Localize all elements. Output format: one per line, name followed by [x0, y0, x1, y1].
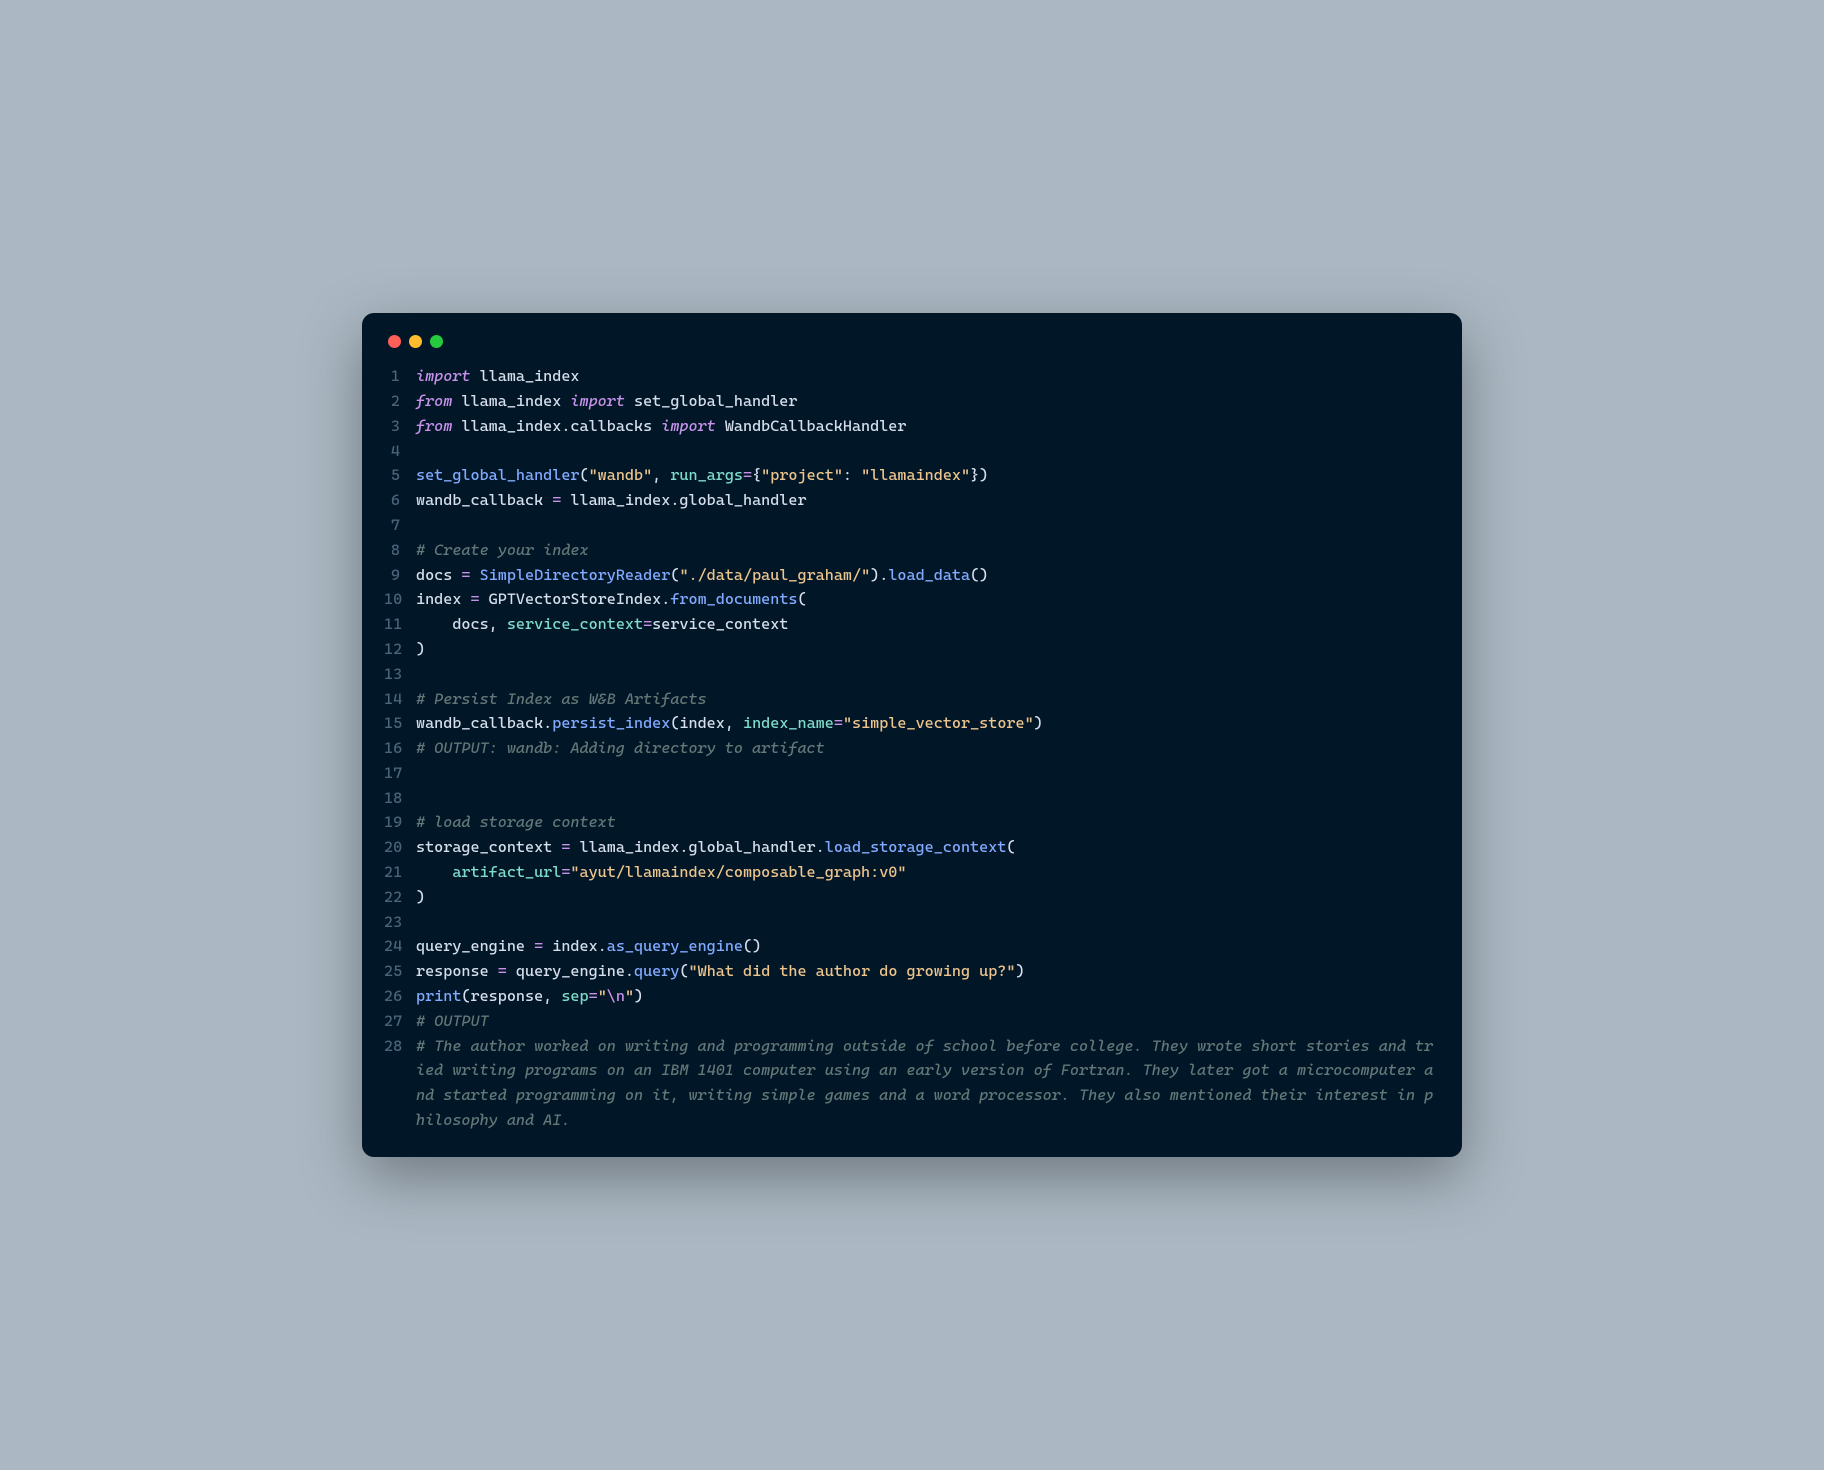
line-number: 17 — [384, 761, 416, 786]
line-number: 1 — [384, 364, 416, 389]
code-line: 9docs = SimpleDirectoryReader("./data/pa… — [384, 563, 1440, 588]
code-content: wandb_callback = llama_index.global_hand… — [416, 488, 807, 513]
code-line: 2from llama_index import set_global_hand… — [384, 389, 1440, 414]
line-number: 8 — [384, 538, 416, 563]
code-line: 23 — [384, 910, 1440, 935]
line-number: 10 — [384, 587, 416, 612]
code-line: 17 — [384, 761, 1440, 786]
code-line: 20storage_context = llama_index.global_h… — [384, 835, 1440, 860]
code-line: 28# The author worked on writing and pro… — [384, 1034, 1440, 1133]
code-content: wandb_callback.persist_index(index, inde… — [416, 711, 1043, 736]
line-number: 3 — [384, 414, 416, 439]
code-line: 3from llama_index.callbacks import Wandb… — [384, 414, 1440, 439]
code-content: # Create your index — [416, 538, 589, 563]
line-number: 14 — [384, 687, 416, 712]
maximize-icon[interactable] — [430, 335, 443, 348]
code-content — [416, 910, 425, 935]
line-number: 21 — [384, 860, 416, 885]
minimize-icon[interactable] — [409, 335, 422, 348]
code-line: 22) — [384, 885, 1440, 910]
code-content — [416, 662, 425, 687]
code-content: docs = SimpleDirectoryReader("./data/pau… — [416, 563, 988, 588]
code-line: 8# Create your index — [384, 538, 1440, 563]
line-number: 7 — [384, 513, 416, 538]
line-number: 18 — [384, 786, 416, 811]
code-content: # The author worked on writing and progr… — [416, 1034, 1440, 1133]
line-number: 16 — [384, 736, 416, 761]
code-line: 14# Persist Index as W&B Artifacts — [384, 687, 1440, 712]
code-line: 21 artifact_url="ayut/llamaindex/composa… — [384, 860, 1440, 885]
code-line: 16# OUTPUT: wandb: Adding directory to a… — [384, 736, 1440, 761]
code-content — [416, 761, 425, 786]
code-line: 26print(response, sep="\n") — [384, 984, 1440, 1009]
code-content: response = query_engine.query("What did … — [416, 959, 1025, 984]
close-icon[interactable] — [388, 335, 401, 348]
code-content: # OUTPUT: wandb: Adding directory to art… — [416, 736, 825, 761]
code-content: query_engine = index.as_query_engine() — [416, 934, 761, 959]
code-content: index = GPTVectorStoreIndex.from_documen… — [416, 587, 807, 612]
code-content: # OUTPUT — [416, 1009, 489, 1034]
code-line: 4 — [384, 439, 1440, 464]
code-content: artifact_url="ayut/llamaindex/composable… — [416, 860, 906, 885]
code-content: ) — [416, 885, 425, 910]
code-line: 7 — [384, 513, 1440, 538]
code-line: 19# load storage context — [384, 810, 1440, 835]
line-number: 24 — [384, 934, 416, 959]
code-content: docs, service_context=service_context — [416, 612, 788, 637]
code-line: 5set_global_handler("wandb", run_args={"… — [384, 463, 1440, 488]
line-number: 2 — [384, 389, 416, 414]
line-number: 12 — [384, 637, 416, 662]
code-content: # Persist Index as W&B Artifacts — [416, 687, 707, 712]
code-line: 25response = query_engine.query("What di… — [384, 959, 1440, 984]
code-content: # load storage context — [416, 810, 616, 835]
line-number: 26 — [384, 984, 416, 1009]
line-number: 9 — [384, 563, 416, 588]
window-titlebar — [384, 331, 1440, 364]
line-number: 23 — [384, 910, 416, 935]
code-window: 1import llama_index 2from llama_index im… — [362, 313, 1462, 1157]
code-content: from llama_index.callbacks import WandbC… — [416, 414, 906, 439]
code-content — [416, 439, 425, 464]
code-content: set_global_handler("wandb", run_args={"p… — [416, 463, 988, 488]
line-number: 15 — [384, 711, 416, 736]
line-number: 25 — [384, 959, 416, 984]
code-line: 15wandb_callback.persist_index(index, in… — [384, 711, 1440, 736]
code-area: 1import llama_index 2from llama_index im… — [384, 364, 1440, 1133]
code-line: 6wandb_callback = llama_index.global_han… — [384, 488, 1440, 513]
line-number: 28 — [384, 1034, 416, 1059]
code-content: import llama_index — [416, 364, 579, 389]
code-line: 11 docs, service_context=service_context — [384, 612, 1440, 637]
line-number: 11 — [384, 612, 416, 637]
line-number: 27 — [384, 1009, 416, 1034]
line-number: 5 — [384, 463, 416, 488]
code-content: print(response, sep="\n") — [416, 984, 643, 1009]
code-content: ) — [416, 637, 425, 662]
line-number: 13 — [384, 662, 416, 687]
code-line: 27# OUTPUT — [384, 1009, 1440, 1034]
code-line: 1import llama_index — [384, 364, 1440, 389]
code-line: 12) — [384, 637, 1440, 662]
line-number: 19 — [384, 810, 416, 835]
line-number: 20 — [384, 835, 416, 860]
line-number: 22 — [384, 885, 416, 910]
line-number: 6 — [384, 488, 416, 513]
code-content: from llama_index import set_global_handl… — [416, 389, 797, 414]
code-line: 10index = GPTVectorStoreIndex.from_docum… — [384, 587, 1440, 612]
code-content: storage_context = llama_index.global_han… — [416, 835, 1015, 860]
line-number: 4 — [384, 439, 416, 464]
code-line: 18 — [384, 786, 1440, 811]
code-line: 24query_engine = index.as_query_engine() — [384, 934, 1440, 959]
code-content — [416, 786, 425, 811]
code-line: 13 — [384, 662, 1440, 687]
code-content — [416, 513, 425, 538]
